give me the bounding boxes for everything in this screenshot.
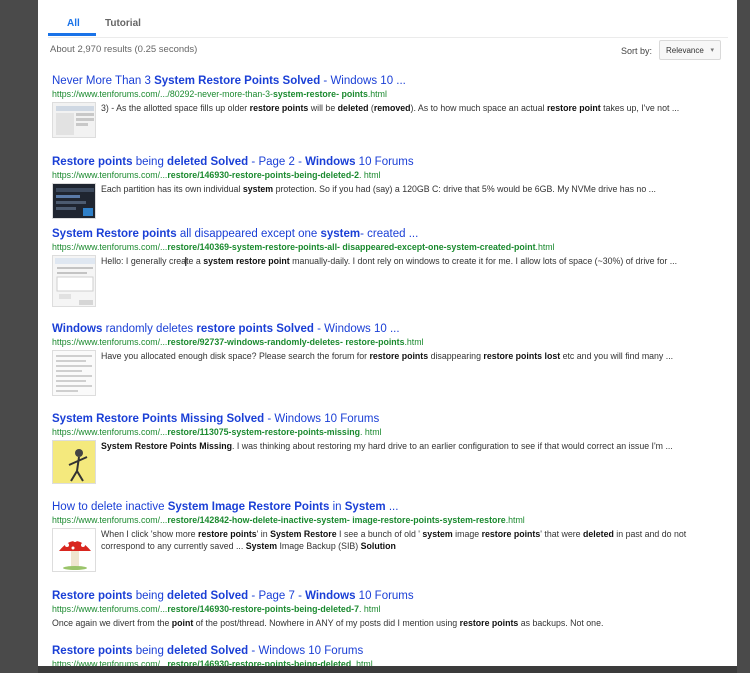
result-body: Each partition has its own individual sy… xyxy=(52,183,722,219)
result-snippet: Each partition has its own individual sy… xyxy=(101,184,656,194)
result-snippet: Have you allocated enough disk space? Pl… xyxy=(101,351,674,361)
search-result: Restore points being deleted Solved - Pa… xyxy=(52,589,722,629)
result-url: https://www.tenforums.com/...restore/142… xyxy=(52,515,525,525)
result-snippet: Hello: I generally create a system resto… xyxy=(101,256,678,266)
search-result: Windows randomly deletes restore points … xyxy=(52,322,722,396)
result-title-link[interactable]: Windows randomly deletes restore points … xyxy=(52,323,400,335)
result-title-link[interactable]: Restore points being deleted Solved - Pa… xyxy=(52,156,414,168)
active-tab-indicator xyxy=(48,33,96,36)
search-tabs: All Tutorial xyxy=(48,0,728,38)
result-snippet: When I click 'show more restore points' … xyxy=(101,529,687,551)
result-title-link[interactable]: Restore points being deleted Solved - Wi… xyxy=(52,645,363,657)
result-url: https://www.tenforums.com/...restore/146… xyxy=(52,604,381,614)
result-url: https://www.tenforums.com/.../80292-neve… xyxy=(52,89,387,99)
dark-screenshot-thumbnail[interactable] xyxy=(52,183,96,219)
text-cursor-icon: I xyxy=(184,255,188,269)
result-url: https://www.tenforums.com/...restore/140… xyxy=(52,242,555,252)
sort-dropdown[interactable]: Relevance ▾ xyxy=(659,40,721,60)
result-url: https://www.tenforums.com/...restore/927… xyxy=(52,337,424,347)
result-url: https://www.tenforums.com/...restore/113… xyxy=(52,427,382,437)
taskbar xyxy=(38,666,737,673)
search-result: Never More Than 3 System Restore Points … xyxy=(52,74,722,138)
result-title-link[interactable]: Restore points being deleted Solved - Pa… xyxy=(52,590,414,602)
tab-tutorial[interactable]: Tutorial xyxy=(105,18,141,29)
list-thumbnail[interactable] xyxy=(52,350,96,396)
sort-value: Relevance xyxy=(666,46,704,55)
result-title-link[interactable]: How to delete inactive System Image Rest… xyxy=(52,501,398,513)
result-body: Have you allocated enough disk space? Pl… xyxy=(52,350,722,396)
screenshot-thumbnail[interactable] xyxy=(52,102,96,138)
dialog-thumbnail[interactable] xyxy=(52,255,96,307)
search-result: Restore points being deleted Solved - Pa… xyxy=(52,155,722,219)
yellow-avatar-thumbnail[interactable] xyxy=(52,440,96,484)
result-stats: About 2,970 results (0.25 seconds) xyxy=(50,44,198,55)
search-result: How to delete inactive System Image Rest… xyxy=(52,500,722,572)
result-body: When I click 'show more restore points' … xyxy=(52,528,722,572)
sort-by-label: Sort by: xyxy=(621,46,653,56)
result-title-link[interactable]: System Restore points all disappeared ex… xyxy=(52,228,418,240)
search-results-page: All Tutorial About 2,970 results (0.25 s… xyxy=(38,0,737,673)
result-body: System Restore Points Missing. I was thi… xyxy=(52,440,722,484)
tab-all[interactable]: All xyxy=(67,18,80,29)
result-body: Once again we divert from the point of t… xyxy=(52,617,722,629)
search-result: System Restore points all disappeared ex… xyxy=(52,227,722,307)
result-title-link[interactable]: System Restore Points Missing Solved - W… xyxy=(52,413,379,425)
result-url: https://www.tenforums.com/...restore/146… xyxy=(52,170,381,180)
search-result: System Restore Points Missing Solved - W… xyxy=(52,412,722,484)
result-body: 3) - As the allotted space fills up olde… xyxy=(52,102,722,138)
result-body: Hello: I generally create a system resto… xyxy=(52,255,722,307)
mushroom-thumbnail[interactable] xyxy=(52,528,96,572)
result-snippet: System Restore Points Missing. I was thi… xyxy=(101,441,673,451)
result-snippet: Once again we divert from the point of t… xyxy=(52,618,604,628)
result-title-link[interactable]: Never More Than 3 System Restore Points … xyxy=(52,75,406,87)
caret-down-icon: ▾ xyxy=(710,47,714,54)
result-snippet: 3) - As the allotted space fills up olde… xyxy=(101,103,680,113)
